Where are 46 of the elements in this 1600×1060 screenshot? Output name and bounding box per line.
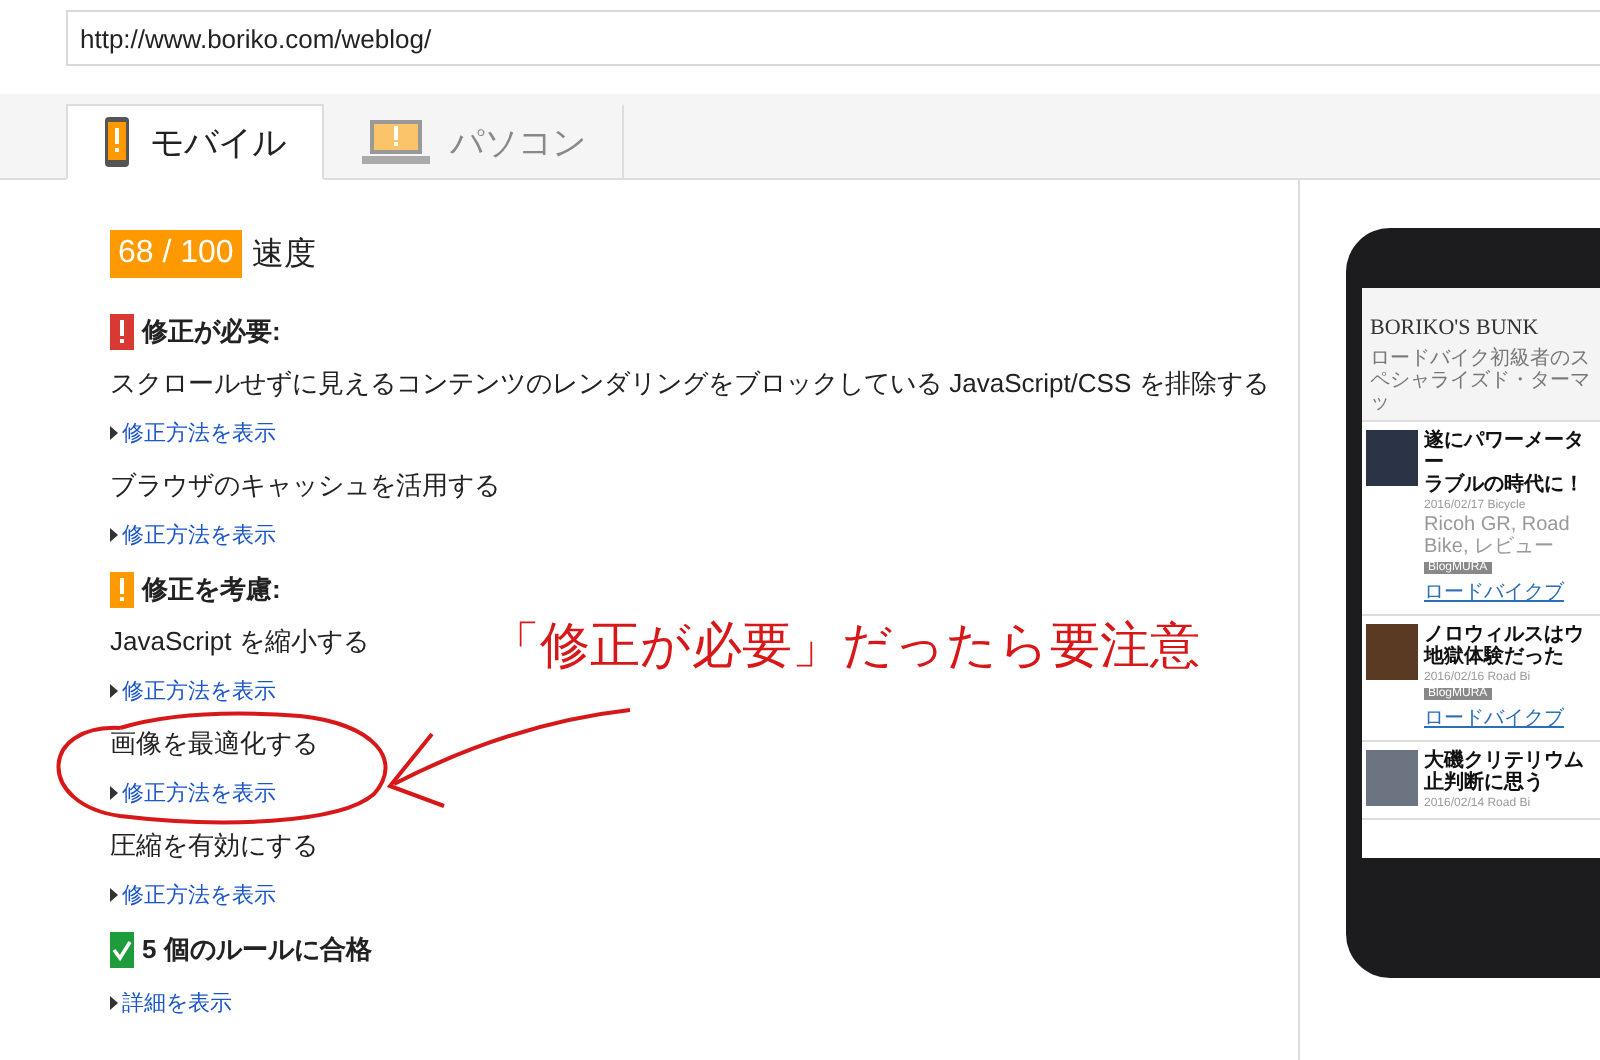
warning-icon	[110, 572, 134, 608]
show-details-link[interactable]: 修正方法を表示	[110, 418, 276, 448]
site-tagline: ロードバイク初級者のスペシャライズド・ターマッ	[1370, 348, 1592, 414]
tab-label: モバイル	[150, 121, 286, 165]
badge-link[interactable]: ロードバイクブ	[1424, 578, 1564, 606]
article-title[interactable]: 止判断に思う	[1424, 772, 1598, 794]
check-icon	[110, 932, 134, 968]
show-details-link[interactable]: 修正方法を表示	[110, 520, 276, 550]
show-details-link[interactable]: 修正方法を表示	[110, 676, 276, 706]
url-field[interactable]: http://www.boriko.com/weblog/	[66, 10, 1600, 66]
section-title: 修正を考慮:	[142, 572, 281, 608]
section-title: 5 個のルールに合格	[142, 932, 372, 968]
show-details-link[interactable]: 修正方法を表示	[110, 778, 276, 808]
caret-icon	[110, 888, 118, 902]
show-details-link[interactable]: 詳細を表示	[110, 988, 232, 1018]
article-title[interactable]: 遂にパワーメーター	[1424, 430, 1598, 474]
warning-icon	[110, 314, 134, 350]
score-badge: 68 / 100	[110, 230, 242, 278]
rule-name: スクロールせずに見えるコンテンツのレンダリングをブロックしている JavaScript/CSS を排除する	[110, 366, 1269, 402]
article-title[interactable]: ノロウィルスはウ	[1424, 624, 1598, 646]
caret-icon	[110, 528, 118, 542]
caret-icon	[110, 426, 118, 440]
photo-placeholder	[1366, 750, 1418, 806]
photo-placeholder	[1366, 430, 1418, 486]
article-tags: Ricoh GR, Road Bike, レビュー	[1424, 514, 1598, 558]
rule-name: JavaScript を縮小する	[110, 624, 369, 660]
laptop-icon	[362, 120, 430, 164]
score-label: 速度	[251, 235, 316, 275]
caret-icon	[110, 996, 118, 1010]
show-details-link[interactable]: 修正方法を表示	[110, 880, 276, 910]
phone-icon	[104, 116, 130, 168]
rule-name: 圧縮を有効にする	[110, 828, 318, 864]
article-title[interactable]: 大磯クリテリウム	[1424, 750, 1598, 772]
section-title: 修正が必要:	[142, 314, 281, 350]
tab[interactable]: モバイル	[66, 104, 324, 180]
badge-link[interactable]: ロードバイクブ	[1424, 704, 1564, 732]
site-title: BORIKO'S BUNK	[1370, 316, 1541, 340]
rule-name: ブラウザのキャッシュを活用する	[110, 468, 500, 504]
rule-name: 画像を最適化する	[110, 726, 318, 762]
caret-icon	[110, 786, 118, 800]
tab-label: パソコン	[450, 121, 586, 165]
photo-placeholder	[1366, 624, 1418, 680]
article-title[interactable]: 地獄体験だった	[1424, 646, 1598, 668]
article-title[interactable]: ラブルの時代に！	[1424, 474, 1598, 496]
caret-icon	[110, 684, 118, 698]
annotation-text: 「修正が必要」だったら要注意	[490, 616, 1200, 678]
